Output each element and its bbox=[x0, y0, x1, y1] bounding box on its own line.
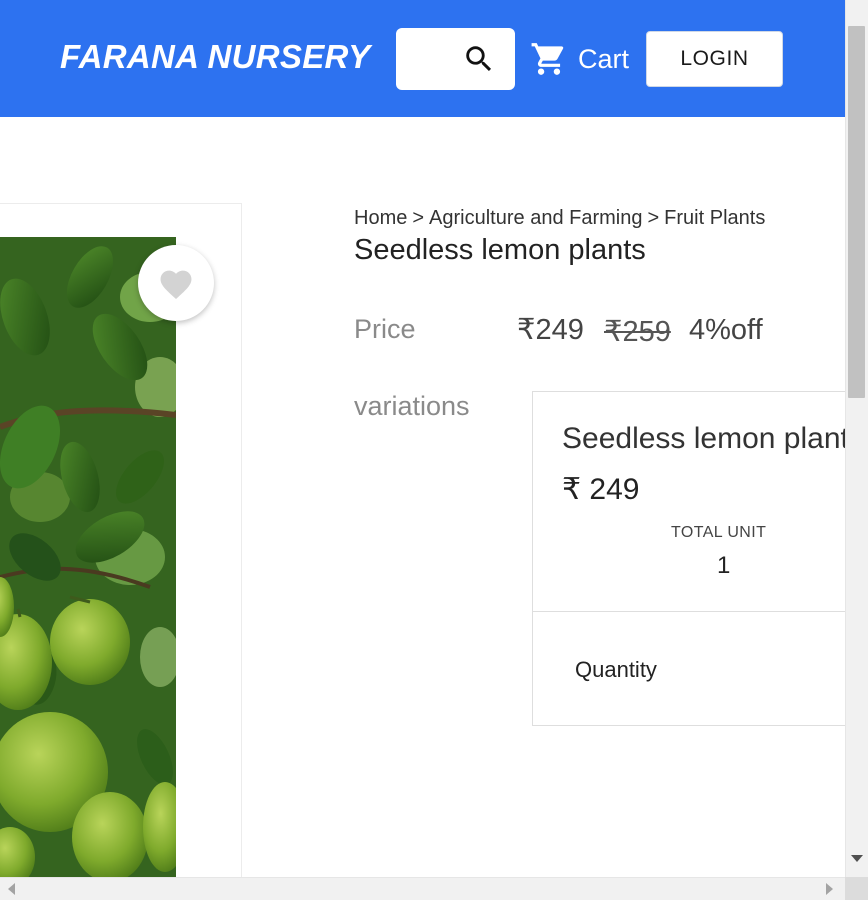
price-original: ₹259 bbox=[604, 316, 671, 348]
discount-badge: 4%off bbox=[689, 314, 763, 346]
cart-link[interactable]: Cart bbox=[530, 38, 629, 80]
search-input[interactable] bbox=[396, 28, 515, 90]
quantity-label: Quantity bbox=[575, 657, 657, 682]
vertical-scrollbar-thumb[interactable] bbox=[848, 26, 865, 398]
breadcrumb-separator: > bbox=[647, 207, 660, 229]
scrollbar-corner bbox=[845, 877, 868, 900]
horizontal-scrollbar[interactable] bbox=[0, 877, 845, 900]
lemon-plant-photo bbox=[0, 237, 176, 877]
breadcrumb-home[interactable]: Home bbox=[354, 207, 407, 229]
variations-label: variations bbox=[354, 391, 470, 421]
price-label: Price bbox=[354, 314, 416, 344]
variation-card[interactable]: Seedless lemon plants ₹ 249 TOTAL UNIT 1… bbox=[532, 391, 845, 726]
breadcrumb-fruit-plants[interactable]: Fruit Plants bbox=[664, 207, 765, 229]
price-current: ₹249 bbox=[517, 314, 584, 346]
search-icon[interactable] bbox=[462, 42, 496, 76]
shopping-cart-icon bbox=[531, 43, 564, 75]
total-unit-label: TOTAL UNIT bbox=[671, 524, 767, 541]
breadcrumb-agriculture[interactable]: Agriculture and Farming bbox=[429, 207, 642, 229]
variation-divider bbox=[533, 611, 845, 612]
breadcrumb-separator: > bbox=[412, 207, 425, 229]
scroll-left-arrow-icon[interactable] bbox=[8, 883, 15, 895]
favorite-button[interactable] bbox=[138, 245, 214, 321]
login-button[interactable]: LOGIN bbox=[646, 31, 783, 87]
breadcrumb: Home > Agriculture and Farming > Fruit Plant… bbox=[354, 207, 765, 230]
scroll-right-arrow-icon[interactable] bbox=[826, 883, 833, 895]
brand-logo[interactable]: FARANA NURSERY bbox=[60, 38, 370, 76]
variation-name: Seedless lemon plants bbox=[562, 422, 845, 455]
product-title: Seedless lemon plants bbox=[354, 234, 646, 266]
variation-price: ₹ 249 bbox=[562, 473, 640, 506]
page: FARANA NURSERY Cart LOGIN Home > Agricul… bbox=[0, 0, 845, 877]
product-image[interactable] bbox=[0, 237, 176, 877]
top-header: FARANA NURSERY Cart LOGIN bbox=[0, 0, 845, 117]
scroll-down-arrow-icon[interactable] bbox=[851, 855, 863, 862]
cart-label: Cart bbox=[578, 43, 630, 74]
heart-icon bbox=[160, 270, 192, 299]
vertical-scrollbar[interactable] bbox=[845, 0, 868, 877]
total-unit-value: 1 bbox=[717, 552, 731, 579]
